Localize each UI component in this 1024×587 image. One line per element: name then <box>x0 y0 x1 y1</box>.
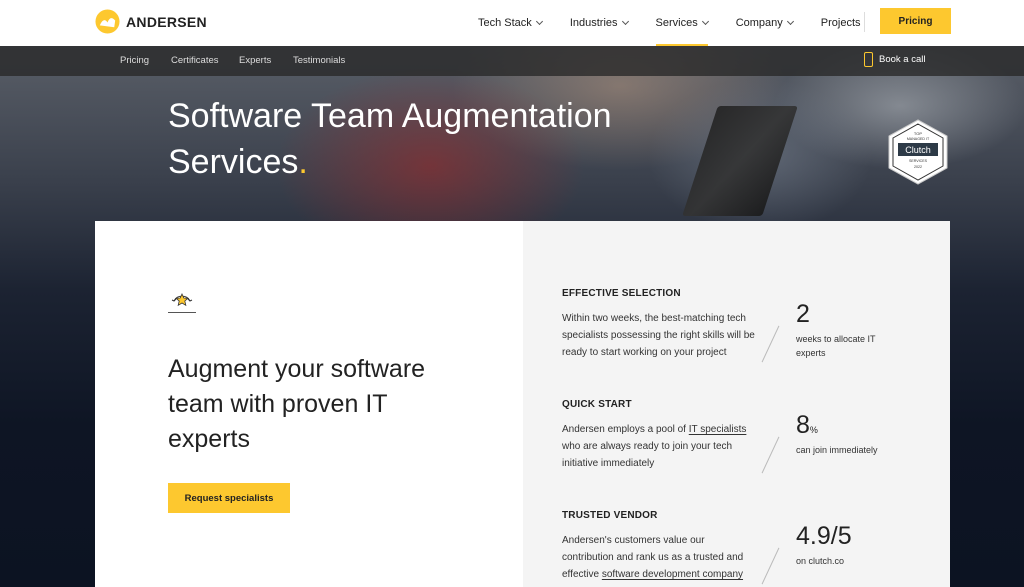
chevron-down-icon <box>621 17 629 26</box>
chevron-down-icon <box>535 17 543 26</box>
feature-value-number: 2 <box>796 300 810 328</box>
it-specialists-link[interactable]: IT specialists <box>689 424 747 435</box>
subnav-item-pricing[interactable]: Pricing <box>120 55 149 66</box>
feature-effective-selection: EFFECTIVE SELECTION Within two weeks, th… <box>562 288 942 388</box>
icon-underline <box>168 312 196 313</box>
page-title-line1: Software Team Augmentation <box>168 97 612 135</box>
main-menu: Tech Stack Industries Services Company P… <box>478 0 889 46</box>
menu-item-industries[interactable]: Industries <box>569 0 629 46</box>
title-accent-dot: . <box>298 143 308 181</box>
feature-value-number: 8 <box>796 411 810 439</box>
star-award-icon <box>171 293 193 307</box>
menu-label: Company <box>735 17 783 29</box>
feature-heading: QUICK START <box>562 399 632 410</box>
feature-text-after: who are always ready to join your tech i… <box>562 441 733 469</box>
software-development-company-link[interactable]: software development company <box>602 569 743 580</box>
feature-caption: can join immediately <box>796 445 878 455</box>
intro-title: Augment your software team with proven I… <box>168 355 426 453</box>
badge-brand: Clutch <box>905 145 931 155</box>
feature-caption: on clutch.co <box>796 556 845 566</box>
feature-trusted-vendor: TRUSTED VENDOR Andersen's customers valu… <box>562 510 942 587</box>
badge-year: 2022 <box>914 165 922 169</box>
request-specialists-button[interactable]: Request specialists <box>168 483 290 513</box>
subnav-item-testimonials[interactable]: Testimonials <box>293 55 345 66</box>
page-title: Software Team Augmentation Services. <box>168 93 688 185</box>
feature-heading: TRUSTED VENDOR <box>562 510 658 521</box>
feature-divider <box>761 436 780 474</box>
feature-value-number: 4.9/5 <box>796 522 852 550</box>
chevron-down-icon <box>786 17 794 26</box>
top-navigation: ANDERSEN Tech Stack Industries Services … <box>0 0 1024 46</box>
feature-value: 2 <box>796 300 810 329</box>
book-call-label: Book a call <box>879 54 926 65</box>
feature-value-unit: % <box>809 425 818 435</box>
feature-value: 8% <box>796 411 818 440</box>
feature-divider <box>761 547 780 585</box>
brand-logo[interactable]: ANDERSEN <box>95 9 207 34</box>
feature-text: Within two weeks, the best-matching tech… <box>562 313 755 358</box>
feature-text: Andersen's customers value our contribut… <box>562 532 757 583</box>
hero-background-laptop <box>682 106 798 216</box>
feature-caption: weeks to allocate IT experts <box>796 334 876 358</box>
menu-label: Industries <box>569 17 618 29</box>
features-panel: EFFECTIVE SELECTION Within two weeks, th… <box>523 221 950 587</box>
sub-navigation: Pricing Certificates Experts Testimonial… <box>0 46 1024 76</box>
feature-divider <box>761 325 780 363</box>
menu-item-company[interactable]: Company <box>735 0 794 46</box>
feature-text: Andersen employs a pool of IT specialist… <box>562 421 757 472</box>
menu-item-services[interactable]: Services <box>655 0 709 46</box>
menu-divider <box>864 12 865 32</box>
badge-line2: MANAGED IT <box>907 137 930 141</box>
content-card: Augment your software team with proven I… <box>95 221 950 587</box>
feature-quick-start: QUICK START Andersen employs a pool of I… <box>562 399 942 499</box>
clutch-badge[interactable]: TOP MANAGED IT Clutch SERVICES 2022 <box>887 119 949 185</box>
feature-value: 4.9/5 <box>796 522 852 551</box>
badge-top: TOP <box>914 131 922 136</box>
menu-item-tech-stack[interactable]: Tech Stack <box>478 0 543 46</box>
feature-heading: EFFECTIVE SELECTION <box>562 288 681 299</box>
phone-icon <box>864 52 873 67</box>
menu-item-projects[interactable]: Projects <box>821 0 861 46</box>
book-call-link[interactable]: Book a call <box>864 52 925 67</box>
subnav-item-certificates[interactable]: Certificates <box>171 55 219 66</box>
andersen-logo-icon <box>95 9 120 34</box>
chevron-down-icon <box>701 17 709 26</box>
feature-text-before: Andersen employs a pool of <box>562 424 689 435</box>
brand-name: ANDERSEN <box>126 13 207 30</box>
menu-label: Services <box>655 17 698 29</box>
menu-label: Projects <box>820 17 861 29</box>
subnav-item-experts[interactable]: Experts <box>239 55 271 66</box>
badge-line4: SERVICES <box>909 159 928 163</box>
menu-label: Tech Stack <box>478 17 532 29</box>
page-title-line2: Services <box>168 143 299 181</box>
pricing-button[interactable]: Pricing <box>880 8 951 34</box>
